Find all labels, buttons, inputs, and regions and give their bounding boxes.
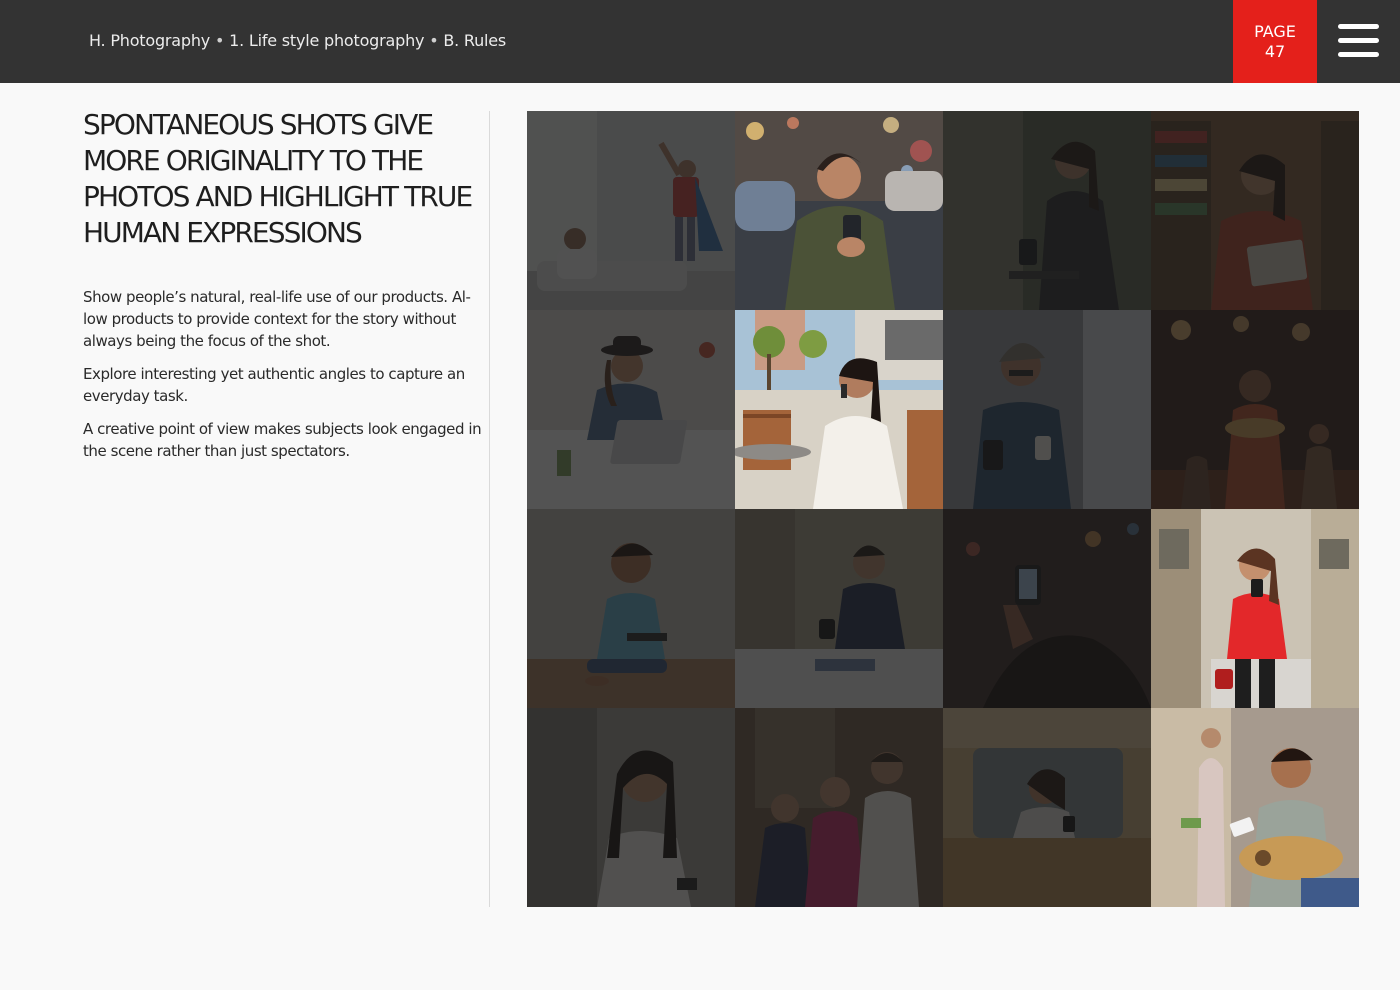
photo-image [735, 310, 943, 509]
paragraph: Explore interesting yet authentic angles… [83, 365, 465, 405]
hamburger-menu-icon[interactable] [1338, 24, 1380, 60]
photo-dim-overlay [527, 310, 735, 509]
photo-child-superhero-window [527, 111, 735, 310]
photo-dim-overlay [527, 111, 735, 310]
photo-woman-phone-cafe-terrace [735, 310, 943, 509]
body-text: Show people’s natural, real-life use of … [83, 286, 483, 473]
photo-woman-phone-night-street [735, 111, 943, 310]
photo-dim-overlay [1151, 310, 1359, 509]
breadcrumb-chapter[interactable]: 1. Life style photography [229, 31, 424, 50]
page-headline: SPONTANEOUS SHOTS GIVE MORE ORIGINALITY … [83, 108, 473, 249]
photo-dim-overlay [735, 708, 943, 907]
breadcrumb: H. Photography • 1. Life style photograp… [89, 31, 506, 50]
photo-dim-overlay [735, 509, 943, 708]
page-label: PAGE [1254, 22, 1296, 41]
page-number: 47 [1264, 42, 1286, 61]
breadcrumb-page: B. Rules [443, 31, 507, 50]
menu-bar [1338, 24, 1379, 29]
photo-woman-in-taxi [943, 708, 1151, 907]
breadcrumb-separator: • [214, 31, 225, 50]
menu-bar [1338, 38, 1379, 43]
photo-dim-overlay [943, 310, 1151, 509]
photo-dim-overlay [527, 509, 735, 708]
photo-musician-with-tablet [1151, 708, 1359, 907]
photo-man-beanie-phone [943, 310, 1151, 509]
photo-dim-overlay [1151, 111, 1359, 310]
photo-woman-glasses-phone [943, 111, 1151, 310]
paragraph: Show people’s natural, real-life use of … [83, 288, 471, 350]
photo-woman-smiling-portrait [527, 708, 735, 907]
photo-boy-tablet-floor [527, 509, 735, 708]
page-badge: PAGE 47 [1233, 0, 1317, 83]
photo-dim-overlay [943, 111, 1151, 310]
photo-image [1151, 509, 1359, 708]
photo-woman-red-top-walking [1151, 509, 1359, 708]
photo-musicians-stage [1151, 310, 1359, 509]
photo-family-hug [735, 708, 943, 907]
photo-grid [527, 111, 1359, 907]
breadcrumb-separator: • [429, 31, 439, 50]
photo-dim-overlay [527, 708, 735, 907]
photo-image [1151, 708, 1359, 907]
photo-dim-overlay [943, 509, 1151, 708]
column-divider [489, 111, 490, 907]
breadcrumb-section[interactable]: H. Photography [89, 31, 210, 50]
photo-dim-overlay [943, 708, 1151, 907]
photo-image [735, 111, 943, 310]
photo-man-suit-table [735, 509, 943, 708]
menu-bar [1338, 52, 1379, 57]
photo-crowd-phone-concert [943, 509, 1151, 708]
photo-woman-hat-laptop [527, 310, 735, 509]
photo-woman-tablet-library [1151, 111, 1359, 310]
top-bar: H. Photography • 1. Life style photograp… [0, 0, 1400, 83]
paragraph: A creative point of view makes subjects … [83, 420, 482, 460]
